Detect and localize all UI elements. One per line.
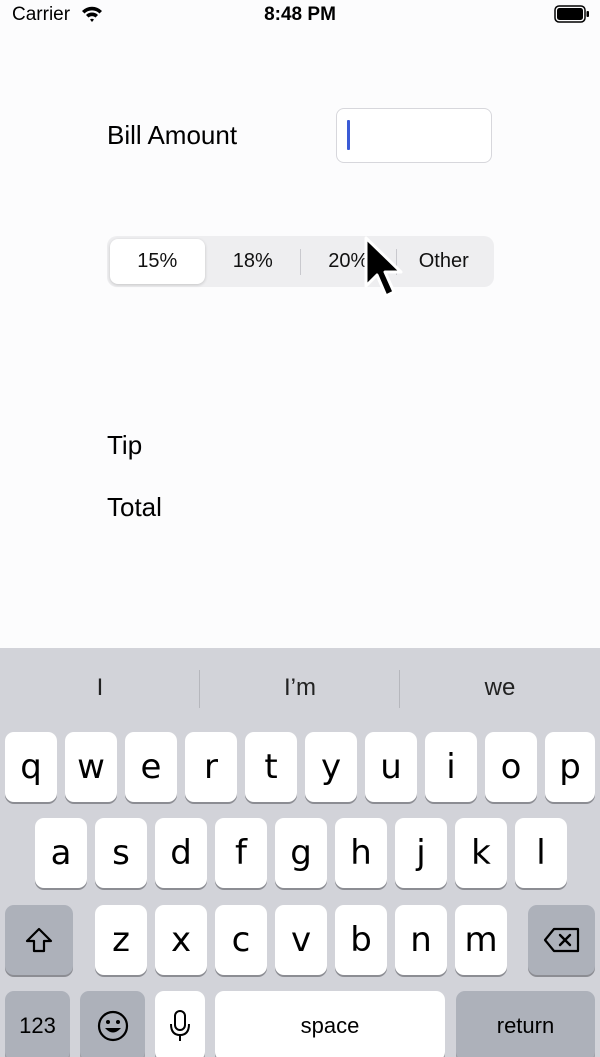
key-y[interactable]: y	[305, 732, 357, 802]
key-v[interactable]: v	[275, 905, 327, 975]
key-x[interactable]: x	[155, 905, 207, 975]
key-l[interactable]: l	[515, 818, 567, 888]
key-s[interactable]: s	[95, 818, 147, 888]
key-t[interactable]: t	[245, 732, 297, 802]
key-f[interactable]: f	[215, 818, 267, 888]
key-c[interactable]: c	[215, 905, 267, 975]
shift-key[interactable]	[5, 905, 73, 975]
microphone-icon	[170, 1010, 190, 1041]
suggestion-item[interactable]: I	[0, 648, 200, 728]
status-time: 8:48 PM	[264, 4, 336, 25]
battery-icon	[554, 5, 589, 23]
key-w[interactable]: w	[65, 732, 117, 802]
key-g[interactable]: g	[275, 818, 327, 888]
segment-15-percent[interactable]: 15%	[110, 239, 205, 284]
key-z[interactable]: z	[95, 905, 147, 975]
text-caret	[347, 120, 350, 150]
key-i[interactable]: i	[425, 732, 477, 802]
keyboard: I I’m we q w e r t y u i o p a s d f g h…	[0, 648, 600, 1057]
key-h[interactable]: h	[335, 818, 387, 888]
bill-amount-input[interactable]	[336, 108, 492, 163]
tip-label: Tip	[107, 430, 143, 460]
key-b[interactable]: b	[335, 905, 387, 975]
tip-percentage-control[interactable]: 15% 18% 20% Other	[107, 236, 494, 287]
delete-icon	[543, 927, 579, 953]
return-key[interactable]: return	[456, 991, 595, 1057]
total-label: Total	[107, 492, 162, 522]
mouse-pointer-icon	[364, 236, 403, 298]
key-m[interactable]: m	[455, 905, 507, 975]
emoji-icon	[97, 1010, 128, 1042]
key-a[interactable]: a	[35, 818, 87, 888]
shift-icon	[25, 927, 53, 953]
key-d[interactable]: d	[155, 818, 207, 888]
key-r[interactable]: r	[185, 732, 237, 802]
bill-amount-label: Bill Amount	[107, 120, 238, 150]
numbers-key[interactable]: 123	[5, 991, 70, 1057]
key-e[interactable]: e	[125, 732, 177, 802]
key-p[interactable]: p	[545, 732, 595, 802]
key-j[interactable]: j	[395, 818, 447, 888]
key-u[interactable]: u	[365, 732, 417, 802]
segment-other[interactable]: Other	[397, 239, 492, 284]
suggestion-item[interactable]: we	[400, 648, 600, 728]
emoji-key[interactable]	[80, 991, 145, 1057]
status-bar: Carrier 8:48 PM	[0, 0, 600, 30]
key-k[interactable]: k	[455, 818, 507, 888]
key-q[interactable]: q	[5, 732, 57, 802]
suggestion-bar: I I’m we	[0, 648, 600, 728]
suggestion-item[interactable]: I’m	[200, 648, 400, 728]
microphone-key[interactable]	[155, 991, 205, 1057]
key-o[interactable]: o	[485, 732, 537, 802]
space-key[interactable]: space	[215, 991, 445, 1057]
segment-18-percent[interactable]: 18%	[206, 239, 301, 284]
key-n[interactable]: n	[395, 905, 447, 975]
delete-key[interactable]	[528, 905, 595, 975]
